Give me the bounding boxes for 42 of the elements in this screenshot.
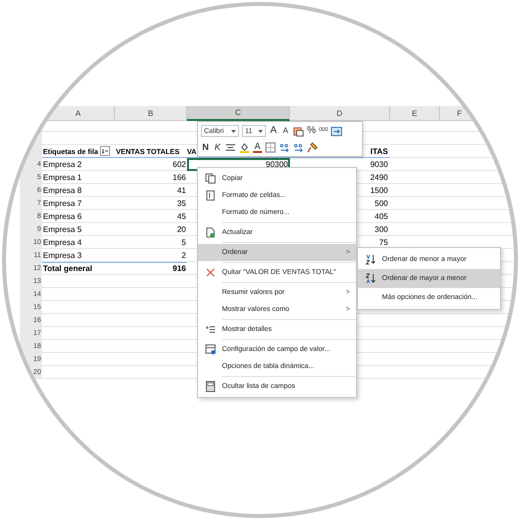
caret-icon: [258, 130, 263, 132]
cell-text: Empresa 5: [43, 224, 82, 234]
cell-text: Empresa 4: [43, 238, 82, 246]
grow-font-button[interactable]: A: [269, 125, 278, 137]
field-list-icon: [204, 381, 216, 392]
filter-icon[interactable]: [100, 146, 110, 156]
column-header: B: [115, 106, 187, 121]
percent-style-button[interactable]: %: [307, 125, 316, 137]
table-cell: 2: [115, 249, 187, 262]
sort-ascending-icon: [364, 254, 376, 265]
table-cell: 602: [115, 158, 187, 171]
column-header: D: [290, 106, 390, 121]
sort-descending-icon: [364, 273, 376, 284]
cell-text: Empresa 2: [43, 160, 82, 168]
merge-cells-icon[interactable]: [331, 126, 342, 136]
cell-text: Empresa 1: [43, 172, 82, 182]
table-cell: 166: [115, 171, 187, 184]
cell-text: Empresa 7: [43, 198, 82, 208]
shrink-font-button[interactable]: A: [281, 125, 290, 137]
decimal-places-icon[interactable]: [293, 142, 304, 152]
expand-details-icon: [204, 324, 216, 335]
table-cell: 35: [115, 197, 187, 210]
refresh-icon: [204, 227, 216, 238]
cell-text: Total general: [43, 264, 92, 273]
align-center-icon[interactable]: [225, 142, 236, 152]
cell-text: Empresa 3: [43, 250, 82, 260]
format-painter-icon[interactable]: [307, 142, 318, 152]
column-header: E: [390, 106, 440, 121]
copy-icon: [204, 173, 216, 184]
fill-color-icon[interactable]: [239, 142, 250, 152]
decimal-places-icon[interactable]: [279, 142, 290, 152]
cell-text: Empresa 6: [43, 212, 82, 220]
font-color-button[interactable]: A: [253, 141, 262, 153]
table-cell: 20: [115, 223, 187, 236]
format-cells-icon: [204, 190, 216, 201]
column-header: C: [187, 106, 290, 121]
table-format-icon[interactable]: [293, 126, 304, 136]
close-icon: [204, 267, 216, 278]
caret-icon: [231, 130, 236, 132]
borders-icon[interactable]: [265, 142, 276, 152]
field-settings-icon: [204, 344, 216, 355]
cell-text: Empresa 8: [43, 186, 82, 194]
